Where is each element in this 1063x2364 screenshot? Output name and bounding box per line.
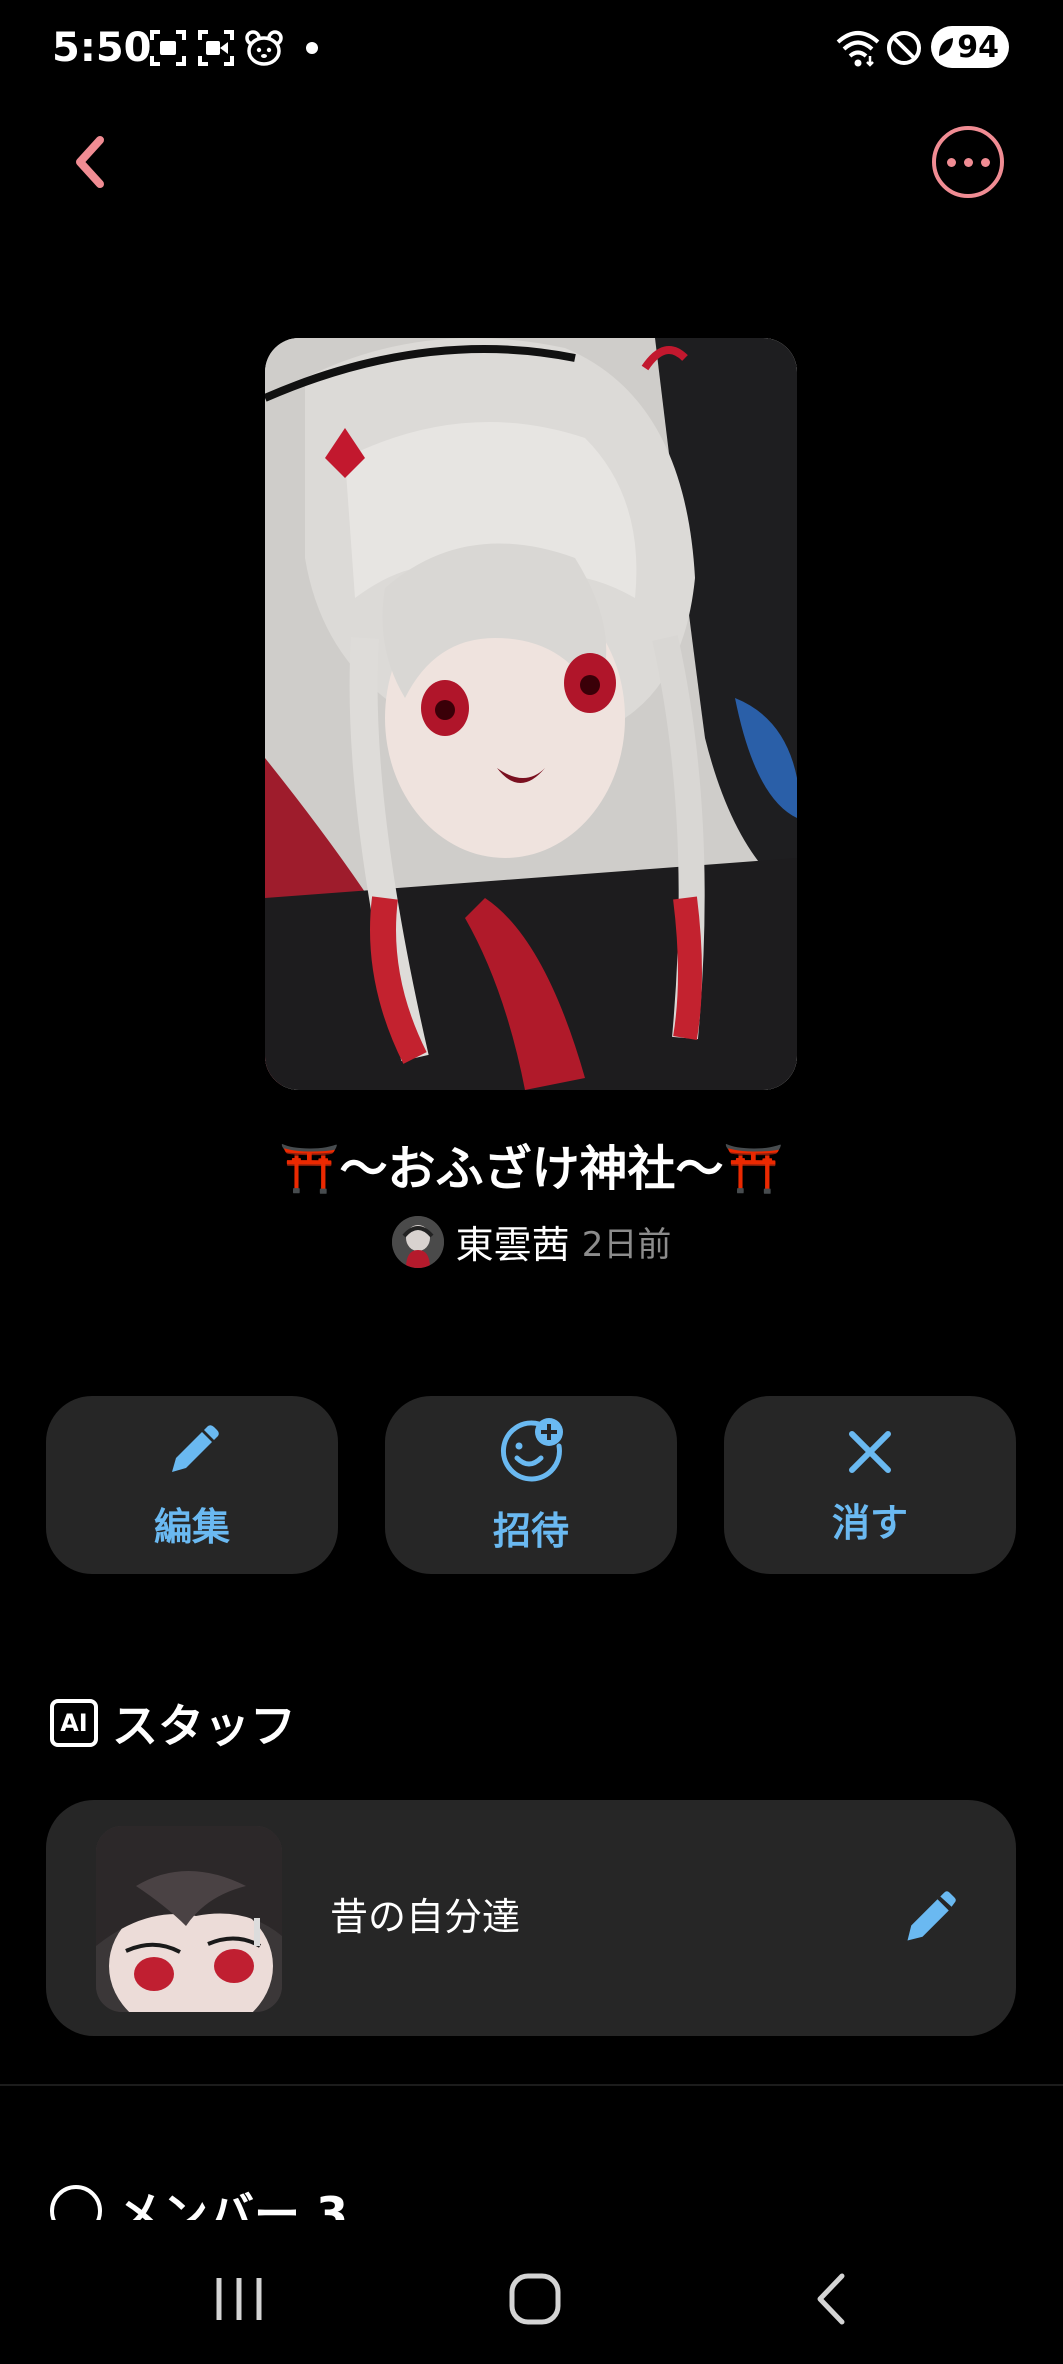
created-time: 2日前 (581, 1225, 672, 1265)
battery-icon: 94 (931, 26, 1009, 68)
bear-app-icon (245, 30, 283, 66)
status-time: 5:50 (52, 25, 152, 71)
edit-label: 編集 (153, 1504, 230, 1549)
invite-button[interactable]: 招待 (385, 1396, 677, 1574)
back-button[interactable] (60, 126, 124, 198)
staff-name: 昔の自分達 (330, 1895, 521, 1939)
staff-section-header: AI スタッフ (50, 1690, 296, 1756)
pencil-icon (172, 1424, 219, 1472)
staff-avatar (96, 1826, 282, 2012)
back-icon[interactable] (798, 2264, 868, 2334)
members-section-header: メンバー 3 (50, 2178, 348, 2220)
delete-label: 消す (831, 1500, 908, 1545)
screenshot-icon (150, 30, 186, 66)
close-icon (849, 1430, 891, 1473)
owner-avatar-image (391, 1215, 444, 1268)
screen-record-icon (198, 30, 234, 66)
battery-level: 94 (957, 29, 999, 65)
staff-avatar-image (96, 1826, 282, 2012)
home-icon[interactable] (500, 2264, 570, 2334)
delete-button[interactable]: 消す (724, 1396, 1016, 1574)
wifi-icon (836, 31, 880, 67)
staff-card[interactable]: 昔の自分達 (46, 1800, 1016, 2036)
edit-button[interactable]: 編集 (46, 1396, 338, 1574)
more-horizontal-icon (946, 157, 956, 167)
do-not-disturb-icon (887, 31, 921, 65)
group-cover-image[interactable] (265, 338, 797, 1090)
battery-saver-leaf-icon (939, 38, 954, 56)
group-title: ⛩️〜おふざけ神社〜⛩️ (279, 1141, 784, 1197)
recent-apps-icon[interactable] (204, 2264, 274, 2334)
owner-avatar[interactable] (391, 1215, 444, 1268)
member-icon (50, 2185, 102, 2220)
owner-row[interactable]: 東雲茜 2日前 (0, 1214, 1063, 1269)
invite-label: 招待 (492, 1508, 569, 1553)
staff-edit-button[interactable] (900, 1888, 960, 1948)
staff-section-title: スタッフ (112, 1699, 296, 1753)
notification-dot (306, 42, 318, 54)
more-options-button[interactable] (932, 126, 1004, 198)
anime-girl-illustration (265, 338, 797, 1090)
members-section-title: メンバー 3 (116, 2187, 349, 2220)
system-nav-bar (0, 2224, 1063, 2364)
owner-name[interactable]: 東雲茜 (456, 1214, 570, 1269)
section-divider (0, 2084, 1063, 2086)
add-friend-icon (500, 1417, 563, 1481)
members-section: メンバー 3 (0, 2160, 1063, 2220)
ai-badge-icon: AI (50, 1699, 98, 1747)
